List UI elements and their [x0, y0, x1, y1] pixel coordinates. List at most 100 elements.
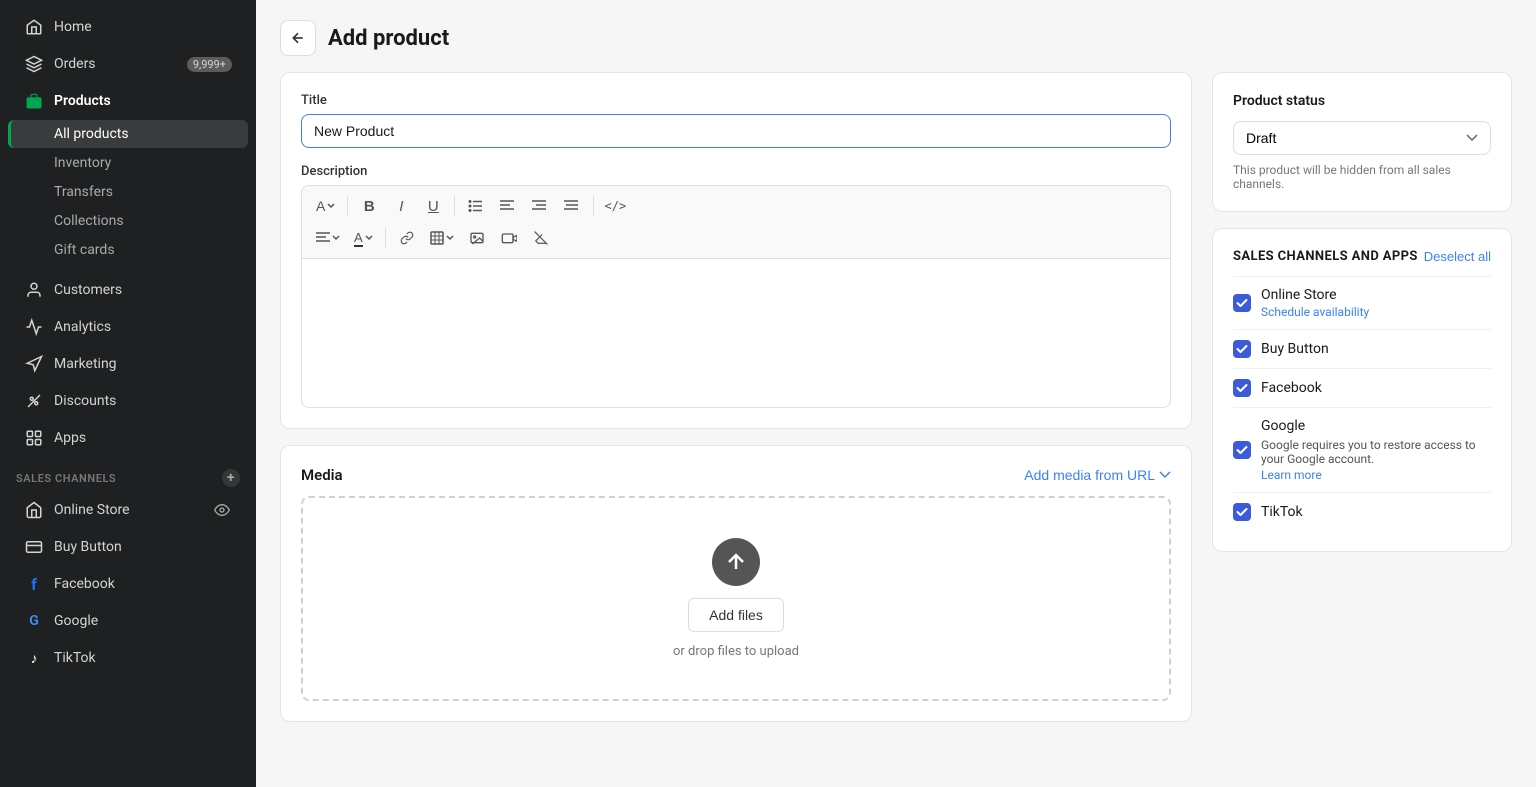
- image-button[interactable]: [462, 224, 492, 252]
- upload-area[interactable]: Add files or drop files to upload: [301, 496, 1171, 701]
- bold-button[interactable]: B: [354, 192, 384, 220]
- sidebar-item-marketing[interactable]: Marketing: [8, 346, 248, 382]
- italic-button[interactable]: I: [386, 192, 416, 220]
- title-field-label: Title: [301, 93, 1171, 108]
- marketing-icon: [24, 354, 44, 374]
- sidebar-item-facebook-label: Facebook: [54, 576, 115, 592]
- sidebar-item-apps[interactable]: Apps: [8, 420, 248, 456]
- text-color-button[interactable]: A: [348, 226, 379, 251]
- sidebar-item-orders[interactable]: Orders 9,999+: [8, 46, 248, 82]
- sidebar-item-tiktok[interactable]: ♪ TikTok: [8, 640, 248, 676]
- right-column: Product status Draft Active This product…: [1212, 72, 1512, 552]
- sc-online-store-checkbox[interactable]: [1233, 294, 1251, 312]
- back-button[interactable]: [280, 20, 316, 56]
- sidebar-item-home[interactable]: Home: [8, 9, 248, 45]
- product-status-hint: This product will be hidden from all sal…: [1233, 163, 1491, 191]
- description-field-label: Description: [301, 164, 1171, 179]
- sc-online-store-item: Online Store Schedule availability: [1233, 276, 1491, 329]
- media-card: Media Add media from URL Add files or dr…: [280, 445, 1192, 722]
- sc-buy-button-label: Buy Button: [1261, 341, 1491, 357]
- sidebar-item-analytics-label: Analytics: [54, 319, 111, 335]
- sidebar-item-online-store[interactable]: Online Store: [8, 492, 248, 528]
- sc-buy-button-item: Buy Button: [1233, 329, 1491, 368]
- sidebar-item-google[interactable]: G Google: [8, 603, 248, 639]
- orders-icon: [24, 54, 44, 74]
- bullet-list-button[interactable]: [461, 192, 491, 220]
- product-status-select[interactable]: Draft Active: [1233, 121, 1491, 155]
- description-editor[interactable]: [301, 258, 1171, 408]
- title-input[interactable]: [301, 114, 1171, 148]
- tiktok-icon: ♪: [24, 648, 44, 668]
- add-media-from-url-button[interactable]: Add media from URL: [1024, 467, 1171, 483]
- sales-channels-section-label: SALES CHANNELS +: [0, 457, 256, 491]
- align-left-button[interactable]: [493, 192, 523, 220]
- video-button[interactable]: [494, 224, 524, 252]
- toolbar-divider-4: [385, 228, 386, 248]
- sc-google-item: Google Google requires you to restore ac…: [1233, 407, 1491, 492]
- sidebar-item-orders-label: Orders: [54, 56, 96, 72]
- sidebar-sub-collections[interactable]: Collections: [8, 207, 248, 235]
- font-style-icon: A: [316, 198, 325, 214]
- sidebar-sub-transfers[interactable]: Transfers: [8, 178, 248, 206]
- sidebar-sub-transfers-label: Transfers: [54, 184, 113, 200]
- outdent-button[interactable]: [557, 192, 587, 220]
- toolbar-divider-2: [454, 196, 455, 216]
- buy-button-icon: [24, 537, 44, 557]
- indent-button[interactable]: [525, 192, 555, 220]
- sc-google-label: Google: [1261, 418, 1491, 434]
- underline-button[interactable]: U: [418, 192, 448, 220]
- upload-hint: or drop files to upload: [673, 644, 799, 659]
- sales-channels-header: SALES CHANNELS AND APPS Deselect all: [1233, 249, 1491, 264]
- sidebar-item-discounts-label: Discounts: [54, 393, 116, 409]
- sc-online-store-sub: Online Store Schedule availability: [1261, 287, 1369, 319]
- title-description-card: Title Description A B I U: [280, 72, 1192, 429]
- analytics-icon: [24, 317, 44, 337]
- product-status-card: Product status Draft Active This product…: [1212, 72, 1512, 212]
- sidebar-sub-collections-label: Collections: [54, 213, 124, 229]
- sc-facebook-checkbox[interactable]: [1233, 379, 1251, 397]
- sc-google-checkbox[interactable]: [1233, 441, 1251, 459]
- sidebar-item-analytics[interactable]: Analytics: [8, 309, 248, 345]
- media-header: Media Add media from URL: [301, 466, 1171, 484]
- add-files-button[interactable]: Add files: [688, 598, 784, 632]
- discounts-icon: [24, 391, 44, 411]
- sidebar-sub-gift-cards-label: Gift cards: [54, 242, 115, 258]
- sc-tiktok-checkbox[interactable]: [1233, 503, 1251, 521]
- toolbar-divider-3: [593, 196, 594, 216]
- sc-facebook-label: Facebook: [1261, 380, 1491, 396]
- sc-buy-button-checkbox[interactable]: [1233, 340, 1251, 358]
- sidebar-sub-gift-cards[interactable]: Gift cards: [8, 236, 248, 264]
- google-icon: G: [24, 611, 44, 631]
- table-button[interactable]: [424, 227, 460, 249]
- home-icon: [24, 17, 44, 37]
- sidebar-item-buy-button[interactable]: Buy Button: [8, 529, 248, 565]
- left-column: Title Description A B I U: [280, 72, 1192, 722]
- add-sales-channel-button[interactable]: +: [222, 469, 240, 487]
- sidebar-item-products[interactable]: Products: [8, 83, 248, 119]
- sidebar-item-discounts[interactable]: Discounts: [8, 383, 248, 419]
- product-status-title: Product status: [1233, 93, 1491, 109]
- sc-schedule-availability-link[interactable]: Schedule availability: [1261, 305, 1369, 319]
- align-dropdown-button[interactable]: [310, 228, 346, 248]
- code-button[interactable]: </>: [600, 192, 630, 220]
- sidebar-item-facebook[interactable]: f Facebook: [8, 566, 248, 602]
- link-button[interactable]: [392, 224, 422, 252]
- toolbar-divider-1: [347, 196, 348, 216]
- sc-google-learn-more-link[interactable]: Learn more: [1261, 468, 1491, 482]
- sidebar-item-apps-label: Apps: [54, 430, 86, 446]
- main-content-area: Title Description A B I U: [256, 72, 1536, 746]
- sidebar-sub-inventory[interactable]: Inventory: [8, 149, 248, 177]
- clear-format-button[interactable]: [526, 224, 556, 252]
- sidebar-sub-all-products[interactable]: All products: [8, 120, 248, 148]
- sidebar-item-online-store-label: Online Store: [54, 502, 130, 518]
- sc-google-sub: Google Google requires you to restore ac…: [1261, 418, 1491, 482]
- sales-channels-apps-title: SALES CHANNELS AND APPS: [1233, 249, 1418, 264]
- font-style-button[interactable]: A: [310, 194, 341, 218]
- eye-icon: [212, 500, 232, 520]
- online-store-icon: [24, 500, 44, 520]
- facebook-icon: f: [24, 574, 44, 594]
- sc-facebook-item: Facebook: [1233, 368, 1491, 407]
- sidebar-item-tiktok-label: TikTok: [54, 650, 96, 666]
- deselect-all-button[interactable]: Deselect all: [1424, 249, 1491, 264]
- sidebar-item-customers[interactable]: Customers: [8, 272, 248, 308]
